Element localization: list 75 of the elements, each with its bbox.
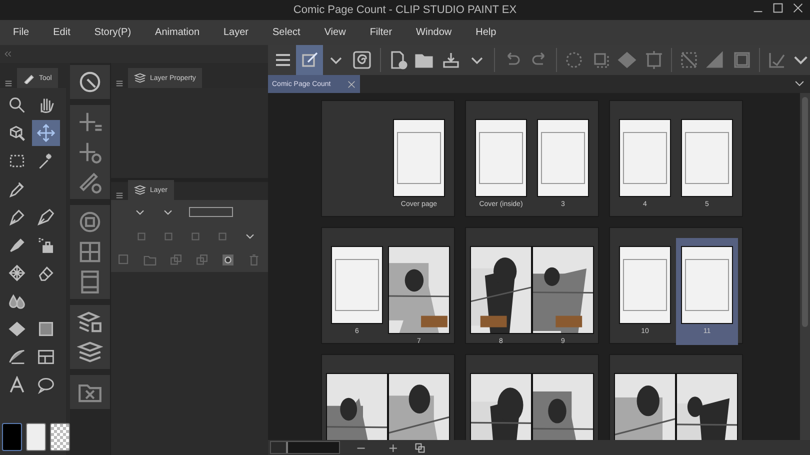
page-thumbnail[interactable] <box>537 119 589 197</box>
collapse-icon[interactable] <box>4 50 12 58</box>
pencil-icon <box>23 72 35 84</box>
tray-icon[interactable] <box>440 50 461 70</box>
layers-icon <box>134 72 146 84</box>
dots-icon[interactable] <box>216 230 229 242</box>
page-thumbnail[interactable] <box>619 246 671 324</box>
menu-item[interactable]: Edit <box>44 27 80 38</box>
eyedropper-icon[interactable] <box>8 180 26 198</box>
menu-item[interactable]: Animation <box>146 27 208 38</box>
page-thumbnail[interactable] <box>681 119 733 197</box>
curve-icon[interactable] <box>8 348 26 366</box>
zoom-out-button[interactable]: − <box>350 442 372 454</box>
square-icon[interactable] <box>732 50 752 70</box>
page-thumbnail[interactable] <box>393 119 445 197</box>
letter-a-icon[interactable] <box>8 376 26 394</box>
page-thumbnail[interactable] <box>681 246 733 324</box>
menu-item[interactable]: File <box>4 27 38 38</box>
gradient-icon[interactable] <box>37 320 55 338</box>
check-icon[interactable] <box>767 50 788 70</box>
menu-item[interactable]: Help <box>466 27 506 38</box>
close-icon[interactable] <box>792 2 804 14</box>
crossed-square-icon[interactable] <box>679 50 700 70</box>
page-manage-icon[interactable] <box>300 50 320 70</box>
menu-icon[interactable] <box>115 79 124 88</box>
mask-icon[interactable] <box>221 253 235 267</box>
move-icon[interactable] <box>37 124 55 142</box>
pen-icon[interactable] <box>8 208 26 226</box>
layers-icon <box>134 184 146 196</box>
page-thumbnail[interactable] <box>619 119 671 197</box>
main-color-swatch[interactable] <box>2 423 22 451</box>
page-thumbnail[interactable] <box>475 119 527 197</box>
tool-button[interactable] <box>32 120 60 146</box>
fit-icon[interactable] <box>414 442 426 454</box>
dotted-circle-icon[interactable] <box>564 50 584 70</box>
scrollbar[interactable] <box>800 93 810 440</box>
zoom-in-button[interactable]: + <box>382 442 404 454</box>
round-stamp-icon[interactable] <box>77 209 103 235</box>
speech-balloon-icon[interactable] <box>37 376 55 394</box>
clip-icon[interactable] <box>135 230 148 242</box>
zoom-icon[interactable] <box>8 96 26 114</box>
spread-card[interactable] <box>465 354 599 440</box>
menu-item[interactable]: Layer <box>214 27 258 38</box>
airbrush-icon[interactable] <box>37 236 55 254</box>
transparent-swatch[interactable] <box>50 423 70 451</box>
cube-cursor-icon[interactable] <box>8 124 26 142</box>
marquee-icon[interactable] <box>8 152 26 170</box>
layers-icon[interactable] <box>77 339 103 365</box>
menu-icon[interactable] <box>4 79 13 88</box>
zoom-slider[interactable] <box>270 441 340 454</box>
pattern-icon[interactable] <box>8 264 26 282</box>
fill-bucket-icon[interactable] <box>8 320 26 338</box>
eraser-icon[interactable] <box>37 264 55 282</box>
menu-item[interactable]: Story(P) <box>85 27 140 38</box>
transform-icon[interactable] <box>644 50 664 70</box>
menu-item[interactable]: Window <box>407 27 461 38</box>
menu-icon[interactable] <box>115 191 124 200</box>
grid-icon[interactable] <box>77 239 103 265</box>
page-thumbnail[interactable] <box>331 246 383 324</box>
brush-icon[interactable] <box>8 236 26 254</box>
menu-item[interactable]: Filter <box>360 27 402 38</box>
sub-color-swatch[interactable] <box>26 423 46 451</box>
spread-card[interactable] <box>321 354 455 440</box>
frame-icon[interactable] <box>37 348 55 366</box>
menu-item[interactable]: Select <box>264 27 310 38</box>
menu-item[interactable]: View <box>315 27 355 38</box>
spread-card[interactable] <box>609 354 743 440</box>
pencil-icon[interactable] <box>37 208 55 226</box>
window-title: Comic Page Count - CLIP STUDIO PAINT EX <box>293 4 517 16</box>
drops-icon[interactable] <box>8 292 26 310</box>
opacity-field[interactable] <box>189 207 233 217</box>
maximize-icon[interactable] <box>772 2 784 14</box>
layer-search-icon[interactable] <box>77 309 103 335</box>
swirl-icon[interactable] <box>352 50 372 70</box>
circle-cursor-icon[interactable] <box>77 69 103 95</box>
